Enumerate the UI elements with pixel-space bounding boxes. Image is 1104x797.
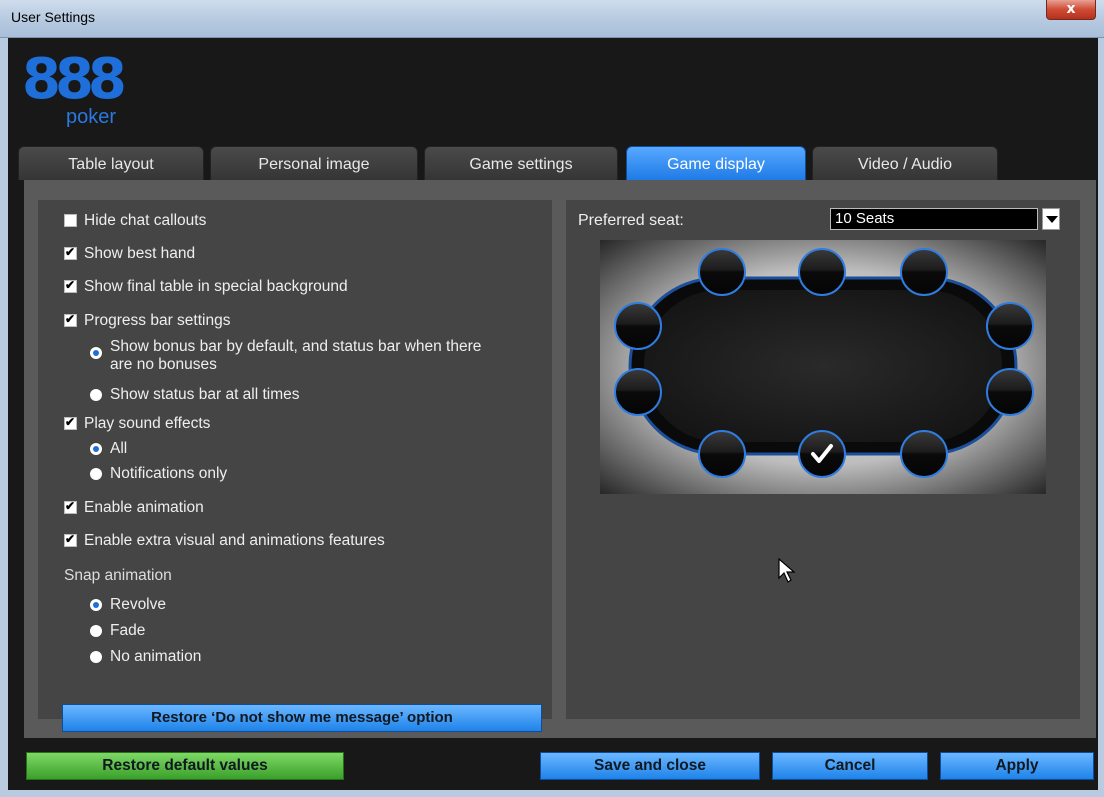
table-felt xyxy=(644,290,1002,442)
poker-table-graphic xyxy=(600,240,1046,494)
sound-all-radio[interactable] xyxy=(90,443,102,455)
save-and-close-button[interactable]: Save and close xyxy=(540,752,760,780)
title-bar: User Settings x xyxy=(0,0,1104,38)
seat-bottom-right[interactable] xyxy=(900,430,948,478)
sound-label[interactable]: Play sound effects xyxy=(84,415,210,433)
progress-bar-checkbox[interactable] xyxy=(64,312,77,327)
logo-888poker: 888 poker xyxy=(22,47,127,132)
table-seat-picker xyxy=(600,240,1046,494)
seat-left-lower[interactable] xyxy=(614,368,662,416)
apply-button[interactable]: Apply xyxy=(940,752,1094,780)
seat-bottom-middle[interactable] xyxy=(798,430,846,478)
seat-right-upper[interactable] xyxy=(986,302,1034,350)
mouse-cursor-icon xyxy=(778,558,796,583)
tab-video-audio[interactable]: Video / Audio xyxy=(812,146,998,180)
seat-top-right[interactable] xyxy=(900,248,948,296)
progress-status-radio[interactable] xyxy=(90,389,102,401)
sound-all-label[interactable]: All xyxy=(110,440,127,458)
preferred-seat-panel: Preferred seat: 10 Seats xyxy=(566,200,1080,719)
tab-label: Video / Audio xyxy=(857,156,952,173)
animation-checkbox[interactable] xyxy=(64,499,77,514)
seat-top-middle[interactable] xyxy=(798,248,846,296)
progress-bonus-label-line1[interactable]: Show bonus bar by default, and status ba… xyxy=(110,338,481,356)
animation-label[interactable]: Enable animation xyxy=(84,499,204,517)
tab-label: Personal image xyxy=(258,156,370,173)
close-icon[interactable]: x xyxy=(1066,1,1075,17)
dialog-body: 888 poker Table layout Personal image Ga… xyxy=(8,38,1098,790)
best-hand-checkbox[interactable] xyxy=(64,245,77,260)
seat-count-dropdown[interactable]: 10 Seats xyxy=(830,208,1038,230)
progress-status-label[interactable]: Show status bar at all times xyxy=(110,386,300,404)
logo-sub: poker xyxy=(66,106,117,128)
progress-bonus-radio[interactable] xyxy=(90,347,102,359)
restore-message-option-button[interactable]: Restore ‘Do not show me message’ option xyxy=(62,704,542,732)
snap-revolve-label[interactable]: Revolve xyxy=(110,596,166,614)
progress-bonus-label-line2[interactable]: are no bonuses xyxy=(110,356,217,374)
hide-chat-label[interactable]: Hide chat callouts xyxy=(84,212,206,230)
sound-notifications-label[interactable]: Notifications only xyxy=(110,465,227,483)
seat-bottom-left[interactable] xyxy=(698,430,746,478)
best-hand-label[interactable]: Show best hand xyxy=(84,245,195,263)
logo-digits: 888 xyxy=(22,47,127,112)
settings-window: User Settings x 888 poker Table layout P… xyxy=(0,0,1104,797)
snap-fade-radio[interactable] xyxy=(90,625,102,637)
window-title: User Settings xyxy=(11,9,96,25)
chevron-down-icon[interactable] xyxy=(1042,208,1060,230)
sound-checkbox[interactable] xyxy=(64,415,77,430)
extra-visual-label[interactable]: Enable extra visual and animations featu… xyxy=(84,532,385,550)
tab-game-settings[interactable]: Game settings xyxy=(424,146,618,180)
tab-label: Table layout xyxy=(68,156,154,173)
progress-bar-label[interactable]: Progress bar settings xyxy=(84,312,230,330)
tab-label: Game settings xyxy=(469,156,573,173)
seat-right-lower[interactable] xyxy=(986,368,1034,416)
restore-defaults-button[interactable]: Restore default values xyxy=(26,752,344,780)
cancel-button[interactable]: Cancel xyxy=(772,752,928,780)
snap-fade-label[interactable]: Fade xyxy=(110,622,145,640)
snap-none-label[interactable]: No animation xyxy=(110,648,201,666)
tab-content: Hide chat callouts Show best hand Show f… xyxy=(24,180,1096,738)
hide-chat-checkbox[interactable] xyxy=(64,214,77,227)
tab-label: Game display xyxy=(667,156,765,173)
display-options-panel: Hide chat callouts Show best hand Show f… xyxy=(38,200,552,732)
snap-none-radio[interactable] xyxy=(90,651,102,663)
snap-animation-heading: Snap animation xyxy=(64,567,172,584)
extra-visual-checkbox[interactable] xyxy=(64,532,77,547)
tab-personal-image[interactable]: Personal image xyxy=(210,146,418,180)
final-table-label[interactable]: Show final table in special background xyxy=(84,278,348,296)
final-table-checkbox[interactable] xyxy=(64,278,77,293)
tab-game-display[interactable]: Game display xyxy=(626,146,806,180)
preferred-seat-label: Preferred seat: xyxy=(578,212,684,229)
seat-left-upper[interactable] xyxy=(614,302,662,350)
close-button[interactable]: x xyxy=(1046,0,1096,20)
seat-top-left[interactable] xyxy=(698,248,746,296)
sound-notifications-radio[interactable] xyxy=(90,468,102,480)
snap-revolve-radio[interactable] xyxy=(90,599,102,611)
tab-table-layout[interactable]: Table layout xyxy=(18,146,204,180)
